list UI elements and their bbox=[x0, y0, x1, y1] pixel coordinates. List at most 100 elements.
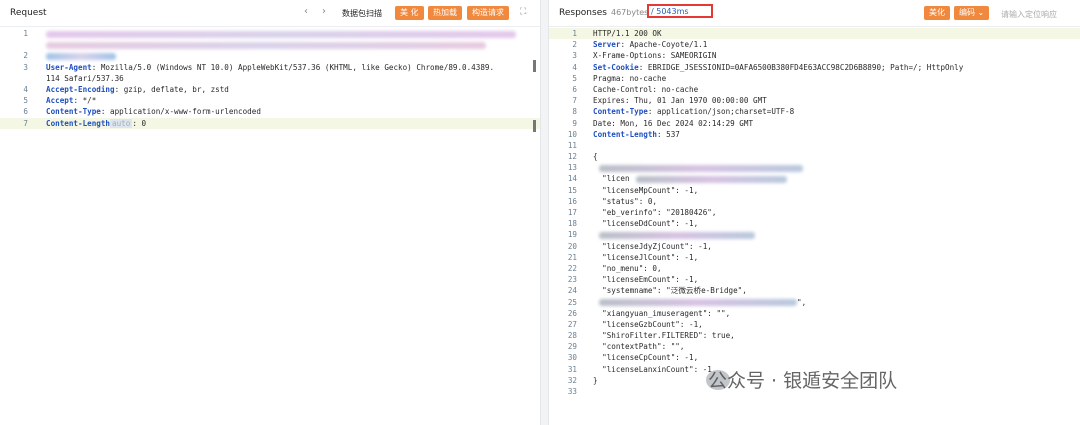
header-key: Content-Length bbox=[46, 118, 111, 128]
response-pane: Responses 467bytes / 5043ms 美化 编码 ⌄ 请输入定… bbox=[548, 0, 1080, 425]
line-text bbox=[593, 229, 755, 240]
line-text: 114 Safari/537.36 bbox=[46, 73, 124, 84]
line-value: "eb_verinfo": "20180426", bbox=[593, 208, 717, 217]
header-key: Accept bbox=[46, 96, 74, 106]
line-text: "licenseMpCount": -1, bbox=[593, 185, 698, 196]
line-number: 19 bbox=[567, 230, 577, 240]
code-line: 10 Content-Length: 537 bbox=[549, 129, 1080, 140]
line-value: "status": 0, bbox=[593, 196, 658, 206]
chevron-right-icon[interactable]: › bbox=[322, 6, 326, 17]
line-number: 30 bbox=[567, 353, 577, 363]
code-line: 2 Server: Apache-Coyote/1.1 bbox=[549, 39, 1080, 50]
line-text bbox=[46, 50, 116, 61]
request-scrollbar[interactable] bbox=[533, 60, 536, 72]
line-value: { bbox=[593, 152, 598, 162]
line-tail: ", bbox=[797, 297, 807, 307]
code-line: 30 "licenseCpCount": -1, bbox=[549, 352, 1080, 363]
redacted-block bbox=[46, 52, 116, 60]
line-text: Accept-Encoding: gzip, deflate, br, zstd bbox=[46, 84, 229, 95]
line-number: 24 bbox=[567, 286, 577, 296]
line-value: "licen bbox=[593, 174, 630, 184]
line-value: HTTP/1.1 200 OK bbox=[593, 29, 662, 38]
line-number: 2 bbox=[572, 40, 577, 50]
line-text: "eb_verinfo": "20180426", bbox=[593, 207, 716, 218]
line-number: 17 bbox=[567, 208, 577, 217]
line-text: Cache-Control: no-cache bbox=[593, 84, 698, 95]
header-key: Accept-Encoding bbox=[46, 84, 115, 94]
line-number: 11 bbox=[567, 140, 577, 150]
response-time: / 5043ms bbox=[651, 7, 689, 16]
watermark-text: 公众号 · 银遁安全团队 bbox=[708, 370, 898, 392]
beautify-button[interactable]: 美 化 bbox=[395, 6, 424, 20]
code-line: 6 Cache-Control: no-cache bbox=[549, 84, 1080, 95]
selected-token: auto bbox=[110, 118, 133, 128]
line-number: 25 bbox=[567, 297, 577, 307]
line-text: "licenseJdyZjCount": -1, bbox=[593, 241, 712, 252]
encode-dropdown[interactable]: 编码 ⌄ bbox=[954, 6, 990, 20]
line-value: "licenseJlCount": -1, bbox=[593, 252, 699, 262]
line-text: "ShiroFilter.FILTERED": true, bbox=[593, 330, 735, 341]
request-editor[interactable]: 1 2 3 User-Agent: Mozilla/5.0 (Windows NT 1… bbox=[0, 28, 540, 425]
request-title: Request bbox=[10, 8, 47, 18]
header-key: Server bbox=[593, 40, 621, 50]
line-text: "licen bbox=[593, 173, 787, 184]
line-value: Pragma: no-cache bbox=[593, 73, 667, 83]
code-line: 26 "xiangyuan_imuseragent": "", bbox=[549, 308, 1080, 319]
line-value: "licenseEmCount": -1, bbox=[593, 275, 699, 285]
redacted-block bbox=[599, 164, 803, 172]
line-number: 3 bbox=[572, 51, 577, 61]
response-toolbar: Responses 467bytes / 5043ms 美化 编码 ⌄ 请输入定… bbox=[549, 0, 1080, 27]
code-line: 1 bbox=[0, 28, 540, 39]
line-text: "xiangyuan_imuseragent": "", bbox=[593, 308, 730, 319]
line-text: "licenseCpCount": -1, bbox=[593, 352, 698, 363]
hotload-button[interactable]: 热加载 bbox=[428, 6, 462, 20]
line-text: User-Agent: Mozilla/5.0 (Windows NT 10.0… bbox=[46, 62, 494, 73]
line-value: "licenseMpCount": -1, bbox=[593, 185, 699, 195]
header-key: Content-Type bbox=[593, 107, 648, 117]
response-search-input[interactable]: 请输入定位响应 bbox=[1001, 9, 1057, 20]
line-number: 2 bbox=[23, 51, 28, 61]
line-text: "systemname": "泛微云桥e-Bridge", bbox=[593, 285, 747, 296]
line-number: 16 bbox=[567, 196, 577, 206]
code-line: 19 bbox=[549, 229, 1080, 240]
code-line: 14 "licen bbox=[549, 173, 1080, 184]
code-line: 17 "eb_verinfo": "20180426", bbox=[549, 207, 1080, 218]
line-number: 22 bbox=[567, 263, 577, 273]
line-text: Content-Length auto: 0 bbox=[46, 118, 146, 129]
line-value: : application/x-www-form-urlencoded bbox=[100, 107, 261, 117]
line-number: 10 bbox=[567, 129, 577, 139]
chevron-left-icon[interactable]: ‹ bbox=[304, 6, 308, 17]
line-value: : EBRIDGE_JSESSIONID=0AFA6500B380FD4E63A… bbox=[638, 62, 964, 72]
code-line: 29 "contextPath": "", bbox=[549, 341, 1080, 352]
code-line: 5 Accept: */* bbox=[0, 95, 540, 106]
line-number: 23 bbox=[567, 275, 577, 285]
line-text: Server: Apache-Coyote/1.1 bbox=[593, 39, 707, 50]
line-text: "contextPath": "", bbox=[593, 341, 684, 352]
line-number: 6 bbox=[23, 107, 28, 117]
code-line: 13 bbox=[549, 162, 1080, 173]
line-value: "licenseLanxinCount": -1 bbox=[593, 364, 712, 374]
response-beautify-button[interactable]: 美化 bbox=[924, 6, 950, 20]
code-line: 2 bbox=[0, 50, 540, 61]
line-text bbox=[593, 162, 803, 173]
line-text: ", bbox=[593, 297, 806, 308]
line-text: } bbox=[593, 375, 598, 386]
line-number: 1 bbox=[23, 29, 28, 38]
line-text: Expires: Thu, 01 Jan 1970 00:00:00 GMT bbox=[593, 95, 767, 106]
request-scrollbar-2[interactable] bbox=[533, 120, 536, 132]
line-number: 5 bbox=[572, 73, 577, 83]
line-value: "licenseJdyZjCount": -1, bbox=[593, 241, 712, 251]
line-value: X-Frame-Options: SAMEORIGIN bbox=[593, 51, 717, 61]
code-line bbox=[0, 39, 540, 50]
line-number: 28 bbox=[567, 331, 577, 341]
redacted-block bbox=[46, 41, 486, 49]
expand-icon[interactable]: ⛶ bbox=[520, 7, 526, 17]
line-text: Date: Mon, 16 Dec 2024 02:14:29 GMT bbox=[593, 118, 753, 129]
header-key: User-Agent bbox=[46, 62, 92, 72]
construct-request-button[interactable]: 构造请求 bbox=[467, 6, 509, 20]
line-text: "licenseGzbCount": -1, bbox=[593, 319, 703, 330]
scan-packet-button[interactable]: 数据包扫描 bbox=[342, 8, 382, 19]
line-value: Cache-Control: no-cache bbox=[593, 84, 699, 94]
code-line: 6 Content-Type: application/x-www-form-ur… bbox=[0, 106, 540, 117]
code-line: 5 Pragma: no-cache bbox=[549, 73, 1080, 84]
